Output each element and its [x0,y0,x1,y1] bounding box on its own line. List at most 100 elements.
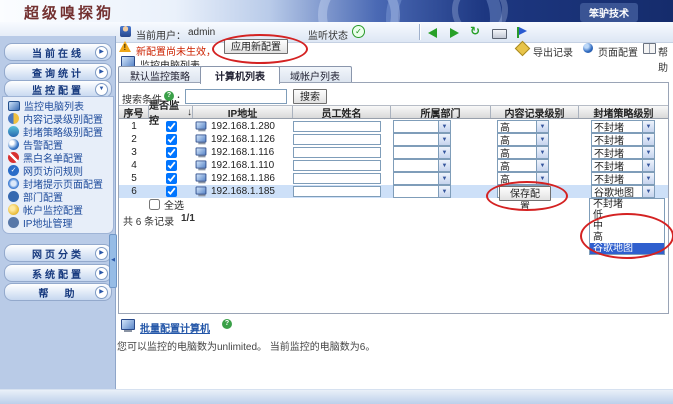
batch-config-link[interactable]: 批量配置计算机 [140,320,210,335]
department-select[interactable]: ▼ [393,172,451,185]
ip-address: 192.168.1.186 [211,173,275,184]
expand-arrow-icon[interactable]: ▶ [95,247,108,260]
chevron-down-icon[interactable]: ▼ [642,121,654,132]
sidebar-section-system-config[interactable]: 系统配置 ▶ [4,264,112,282]
help-link[interactable]: 帮助 [658,44,673,74]
department-select[interactable]: ▼ [393,120,451,133]
chevron-down-icon[interactable]: ▼ [536,134,548,145]
chevron-down-icon[interactable]: ▼ [536,160,548,171]
select-all-checkbox[interactable] [149,199,160,210]
block-level-select-open[interactable]: 谷歌地图▼ [591,185,655,198]
header-employee[interactable]: 员工姓名 [293,106,391,118]
chevron-down-icon[interactable]: ▼ [642,160,654,171]
apply-config-button[interactable]: 应用新配置 [224,39,288,54]
chevron-down-icon[interactable]: ▼ [536,121,548,132]
sidebar-section-help[interactable]: 帮 助 ▶ [4,283,112,301]
header-no[interactable]: 序号 [119,106,149,118]
expand-arrow-icon[interactable]: ▶ [95,267,108,280]
collapse-arrow-icon[interactable]: ▼ [95,83,108,96]
employee-name-input[interactable] [293,160,381,171]
chevron-down-icon[interactable]: ▼ [438,186,450,197]
chevron-down-icon[interactable]: ▼ [438,160,450,171]
monitor-checkbox[interactable] [166,134,177,145]
chevron-down-icon[interactable]: ▼ [642,134,654,145]
page-config-icon[interactable] [583,43,593,53]
table-row-selected: 6 192.168.1.185 ▼ 高▼ 谷歌地图▼ [119,185,668,198]
computer-icon [196,121,207,129]
section-label: 系统配置 [32,266,84,281]
chevron-down-icon[interactable]: ▼ [536,173,548,184]
chevron-down-icon[interactable]: ▼ [642,186,654,197]
export-icon[interactable] [515,41,531,57]
row-number: 4 [119,159,149,172]
export-records-link[interactable]: 导出记录 [533,44,573,59]
computer-icon [196,173,207,181]
save-config-button[interactable]: 保存配置 [499,186,551,201]
chevron-down-icon[interactable]: ▼ [438,173,450,184]
back-icon[interactable] [428,28,437,38]
header-department[interactable]: 所属部门 [391,106,491,118]
chevron-down-icon[interactable]: ▼ [438,134,450,145]
expand-arrow-icon[interactable]: ▶ [95,46,108,59]
tab-domain-account-list[interactable]: 域帐户列表 [278,66,352,83]
computer-icon [196,134,207,142]
department-select[interactable]: ▼ [393,159,451,172]
employee-name-input[interactable] [293,173,381,184]
help-book-icon[interactable] [643,43,656,54]
computer-list-panel: 搜索条件 ? ： 搜索 序号 是否监控↓ IP地址 员工姓名 所属部门 内容记录… [118,82,669,314]
dropdown-option[interactable]: 中 [590,221,664,232]
chevron-down-icon[interactable]: ▼ [642,147,654,158]
dropdown-option[interactable]: 高 [590,232,664,243]
chevron-down-icon[interactable]: ▼ [438,121,450,132]
flag-icon[interactable] [517,27,519,38]
refresh-icon[interactable]: ↻ [470,24,482,38]
search-button[interactable]: 搜索 [293,89,327,104]
ip-address: 192.168.1.116 [211,147,274,158]
ip-address: 192.168.1.280 [211,121,275,132]
employee-name-input[interactable] [293,147,381,158]
sidebar-item-ip-address-management[interactable]: IP地址管理 [8,216,110,229]
department-select[interactable]: ▼ [393,185,451,198]
expand-arrow-icon[interactable]: ▶ [95,286,108,299]
employee-name-input[interactable] [293,186,381,197]
employee-name-input[interactable] [293,134,381,145]
dropdown-option[interactable]: 低 [590,210,664,221]
header-monitored[interactable]: 是否监控↓ [149,106,193,118]
row-number: 3 [119,146,149,159]
monitor-checkbox[interactable] [166,160,177,171]
table-row: 4 192.168.1.110 ▼ 高▼ 不封堵▼ [119,159,668,172]
monitor-checkbox[interactable] [166,173,177,184]
forward-icon[interactable] [450,28,459,38]
header-block-level[interactable]: 封堵策略级别 [579,106,668,118]
print-icon[interactable] [492,29,507,39]
warning-text: 新配置尚未生效， [136,43,216,58]
employee-name-input[interactable] [293,121,381,132]
monitor-checkbox[interactable] [166,147,177,158]
tab-computer-list[interactable]: 计算机列表 [200,66,280,84]
section-label: 查询统计 [32,65,84,80]
sidebar-section-query-stats[interactable]: 查询统计 ▶ [4,63,112,81]
dropdown-option-highlighted[interactable]: 谷歌地图 [590,243,664,254]
department-select[interactable]: ▼ [393,133,451,146]
dropdown-option[interactable]: 不封堵 [590,199,664,210]
expand-arrow-icon[interactable]: ▶ [95,66,108,79]
search-input[interactable] [185,89,287,104]
tab-default-monitor-policy[interactable]: 默认监控策略 [118,66,202,83]
monitor-checkbox[interactable] [166,121,177,132]
status-ok-icon: ✓ [352,25,365,38]
page-config-link[interactable]: 页面配置 [598,44,638,59]
department-select[interactable]: ▼ [393,146,451,159]
section-label: 当前在线 [32,45,84,60]
chevron-down-icon[interactable]: ▼ [642,173,654,184]
header-record-level[interactable]: 内容记录级别 [491,106,579,118]
chevron-down-icon[interactable]: ▼ [536,147,548,158]
header-ip[interactable]: IP地址 [193,106,293,118]
ip-address: 192.168.1.185 [211,186,275,197]
sidebar-section-web-category[interactable]: 网页分类 ▶ [4,244,112,262]
chevron-down-icon[interactable]: ▼ [438,147,450,158]
row-number: 6 [119,185,149,198]
sidebar-collapse-handle[interactable]: ◀ [109,234,117,288]
sidebar-section-online[interactable]: 当前在线 ▶ [4,43,112,61]
sort-down-icon: ↓ [187,107,192,118]
monitor-checkbox[interactable] [166,186,177,197]
